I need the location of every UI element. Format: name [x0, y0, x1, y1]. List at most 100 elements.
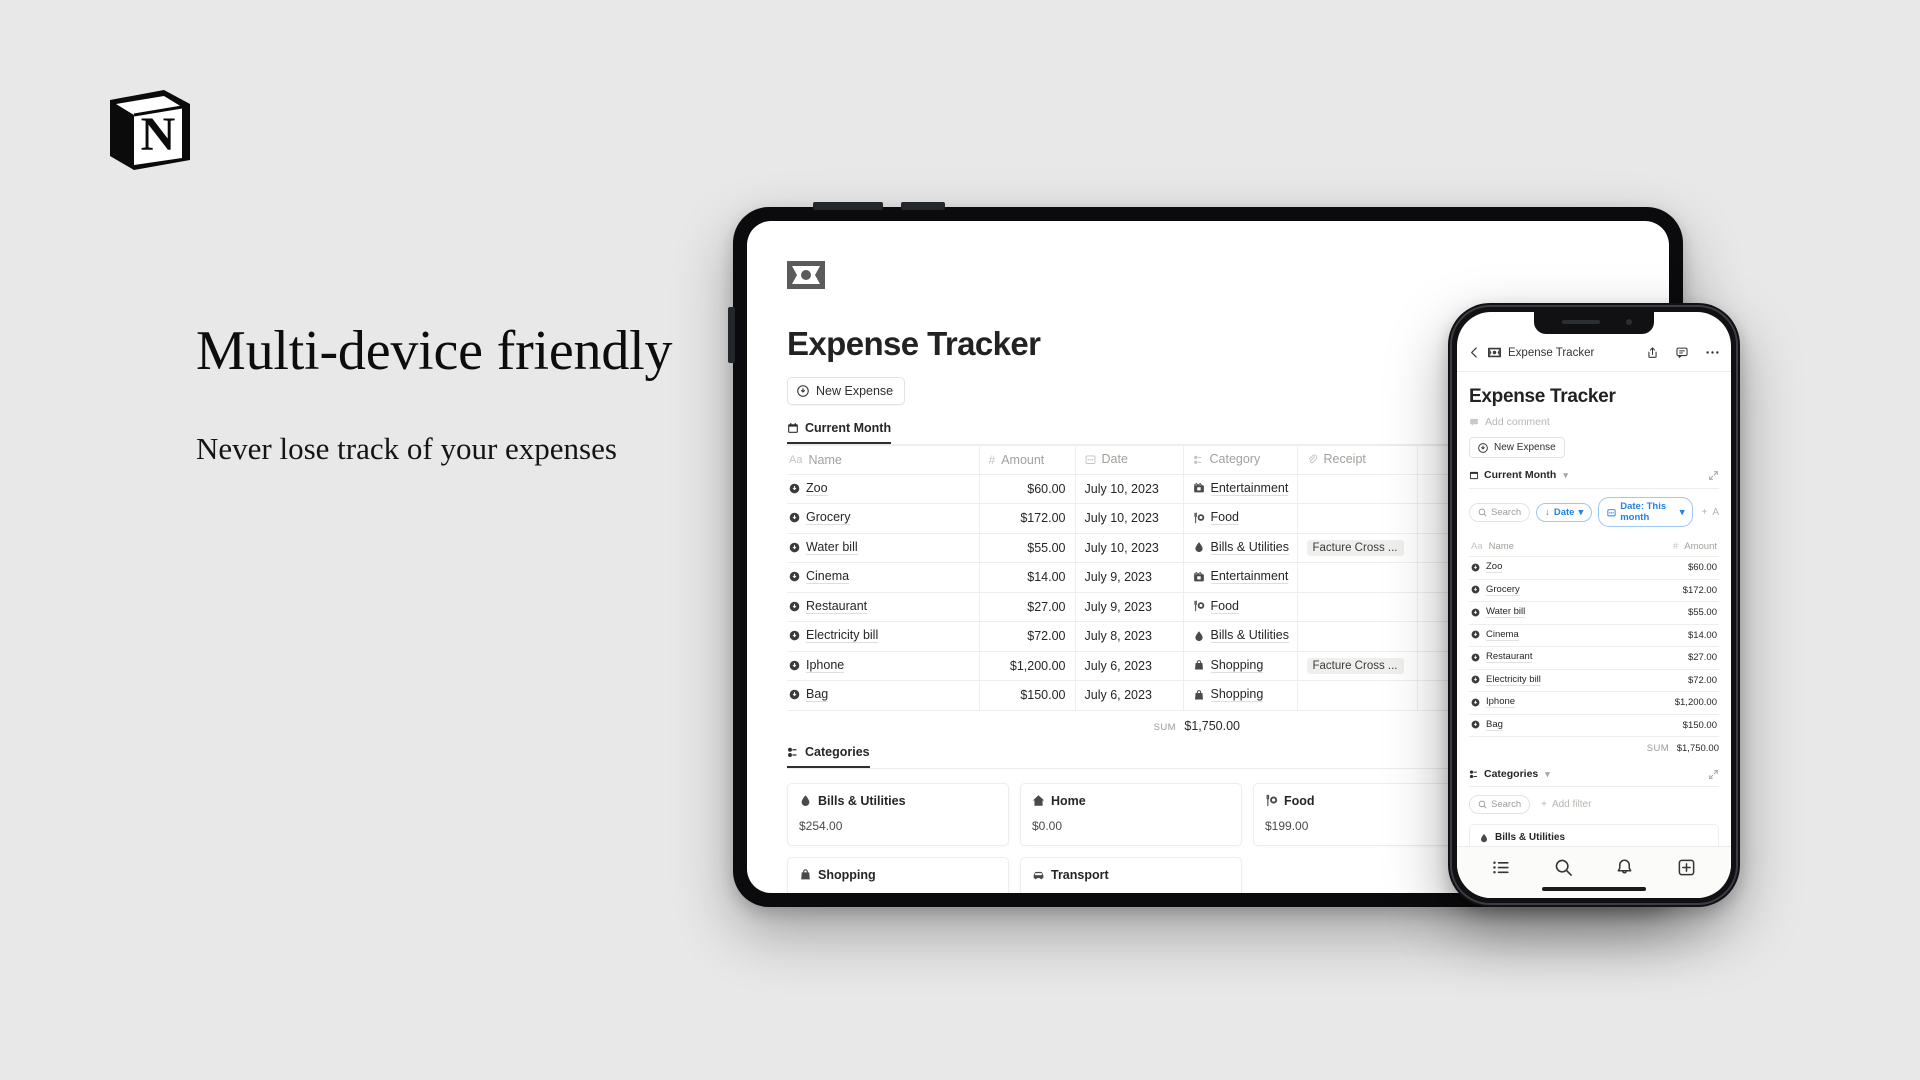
category-card[interactable]: Shopping $1,350.00	[787, 856, 1009, 893]
cell-amount[interactable]: $172.00	[1594, 579, 1719, 602]
cell-date[interactable]: July 10, 2023	[1075, 474, 1184, 504]
cell-date[interactable]: July 9, 2023	[1075, 592, 1184, 622]
phone-table-row[interactable]: Cinema $14.00	[1469, 624, 1719, 647]
cell-category[interactable]: Shopping	[1183, 680, 1298, 711]
phone-column-header-amount[interactable]: # Amount	[1594, 537, 1719, 557]
new-expense-button[interactable]: New Expense	[787, 377, 906, 405]
cell-name[interactable]: Grocery	[787, 503, 980, 534]
cell-category[interactable]: Shopping	[1183, 651, 1298, 681]
cell-name[interactable]: Electricity bill	[787, 621, 980, 652]
comment-icon[interactable]	[1675, 346, 1689, 359]
phone-column-header-name[interactable]: Aa Name	[1469, 537, 1594, 557]
bell-icon[interactable]	[1615, 858, 1634, 877]
cell-receipt[interactable]: Facture Cross ...	[1297, 651, 1418, 681]
cell-receipt[interactable]	[1297, 680, 1418, 711]
cell-category[interactable]: Entertainment	[1183, 474, 1298, 504]
add-comment-row[interactable]: Add comment	[1469, 416, 1719, 428]
phone-categories-header[interactable]: Categories ▾	[1469, 768, 1719, 787]
cell-date[interactable]: July 9, 2023	[1075, 562, 1184, 593]
column-header-date[interactable]: Date	[1075, 445, 1184, 475]
view-tab-current-month[interactable]: Current Month	[787, 421, 892, 444]
cell-amount[interactable]: $27.00	[979, 592, 1076, 622]
cell-receipt[interactable]: Facture Cross ...	[1297, 533, 1418, 563]
category-card[interactable]: Bills & Utilities $254.00	[787, 782, 1009, 846]
cell-date[interactable]: July 8, 2023	[1075, 621, 1184, 652]
cell-amount[interactable]: $1,200.00	[1594, 691, 1719, 715]
cell-date[interactable]: July 10, 2023	[1075, 533, 1184, 563]
receipt-chip[interactable]: Facture Cross ...	[1306, 539, 1404, 556]
category-card[interactable]: Food $199.00	[1253, 782, 1475, 846]
cell-amount[interactable]: $14.00	[1594, 624, 1719, 647]
cell-amount[interactable]: $150.00	[979, 680, 1076, 711]
plus-box-icon[interactable]	[1677, 858, 1696, 877]
cell-receipt[interactable]	[1297, 621, 1418, 652]
cell-name[interactable]: Bag	[1469, 714, 1594, 737]
cell-name[interactable]: Restaurant	[1469, 646, 1594, 670]
sort-chip-date[interactable]: ↓ Date ▾	[1536, 502, 1593, 522]
search-icon[interactable]	[1554, 858, 1573, 877]
cell-name[interactable]: Zoo	[1469, 556, 1594, 580]
cell-receipt[interactable]	[1297, 474, 1418, 504]
cell-name[interactable]: Iphone	[787, 651, 980, 681]
column-header-receipt[interactable]: Receipt	[1297, 445, 1418, 475]
phone-table-row[interactable]: Water bill $55.00	[1469, 601, 1719, 625]
cell-name[interactable]: Electricity bill	[1469, 669, 1594, 692]
expand-icon[interactable]	[1708, 769, 1719, 780]
phone-categories-view[interactable]: Categories ▾	[1469, 768, 1550, 780]
more-horizontal-icon[interactable]	[1705, 346, 1720, 359]
receipt-chip[interactable]: Facture Cross ...	[1306, 657, 1404, 674]
cell-amount[interactable]: $150.00	[1594, 714, 1719, 737]
search-input[interactable]: Search	[1469, 502, 1531, 522]
add-filter-button[interactable]: + A	[1701, 507, 1719, 518]
share-icon[interactable]	[1646, 346, 1659, 359]
list-icon[interactable]	[1492, 858, 1511, 877]
cell-name[interactable]: Cinema	[787, 562, 980, 593]
cell-amount[interactable]: $172.00	[979, 503, 1076, 534]
cell-amount[interactable]: $55.00	[1594, 601, 1719, 625]
category-card[interactable]: Home $0.00	[1020, 782, 1242, 846]
cell-category[interactable]: Bills & Utilities	[1183, 533, 1298, 563]
cell-name[interactable]: Bag	[787, 680, 980, 711]
cell-category[interactable]: Food	[1183, 592, 1298, 622]
cell-category[interactable]: Bills & Utilities	[1183, 621, 1298, 652]
cell-date[interactable]: July 10, 2023	[1075, 503, 1184, 534]
categories-search-input[interactable]: Search	[1469, 795, 1531, 814]
phone-table-row[interactable]: Zoo $60.00	[1469, 556, 1719, 580]
chevron-down-icon[interactable]: ▾	[1545, 769, 1550, 780]
cell-category[interactable]: Food	[1183, 503, 1298, 534]
chevron-left-icon[interactable]	[1468, 346, 1481, 359]
view-tab-categories[interactable]: Categories	[787, 745, 870, 768]
cell-date[interactable]: July 6, 2023	[1075, 680, 1184, 711]
phone-table-row[interactable]: Electricity bill $72.00	[1469, 669, 1719, 692]
cell-amount[interactable]: $60.00	[979, 474, 1076, 504]
column-header-amount[interactable]: # Amount	[979, 445, 1076, 475]
cell-amount[interactable]: $72.00	[1594, 669, 1719, 692]
cell-amount[interactable]: $1,200.00	[979, 651, 1076, 681]
cell-name[interactable]: Zoo	[787, 474, 980, 504]
cell-receipt[interactable]	[1297, 592, 1418, 622]
category-card[interactable]: Transport $0.00	[1020, 856, 1242, 893]
chevron-down-icon[interactable]: ▾	[1563, 470, 1568, 481]
phone-table-row[interactable]: Iphone $1,200.00	[1469, 691, 1719, 715]
cell-receipt[interactable]	[1297, 562, 1418, 593]
cell-name[interactable]: Grocery	[1469, 579, 1594, 602]
cell-date[interactable]: July 6, 2023	[1075, 651, 1184, 681]
cell-amount[interactable]: $72.00	[979, 621, 1076, 652]
cell-amount[interactable]: $60.00	[1594, 556, 1719, 580]
categories-add-filter-button[interactable]: + Add filter	[1541, 799, 1591, 810]
phone-view-selector[interactable]: Current Month ▾	[1469, 469, 1568, 481]
phone-new-expense-button[interactable]: New Expense	[1469, 437, 1565, 458]
phone-table-row[interactable]: Grocery $172.00	[1469, 579, 1719, 602]
cell-amount[interactable]: $14.00	[979, 562, 1076, 593]
filter-chip-date[interactable]: Date: This month ▾	[1598, 497, 1694, 527]
cell-name[interactable]: Iphone	[1469, 691, 1594, 715]
cell-receipt[interactable]	[1297, 503, 1418, 534]
phone-table-row[interactable]: Restaurant $27.00	[1469, 646, 1719, 670]
cell-name[interactable]: Water bill	[787, 533, 980, 563]
cell-amount[interactable]: $27.00	[1594, 646, 1719, 670]
cell-category[interactable]: Entertainment	[1183, 562, 1298, 593]
phone-table-row[interactable]: Bag $150.00	[1469, 714, 1719, 737]
cell-name[interactable]: Restaurant	[787, 592, 980, 622]
cell-name[interactable]: Cinema	[1469, 624, 1594, 647]
expand-icon[interactable]	[1708, 470, 1719, 481]
